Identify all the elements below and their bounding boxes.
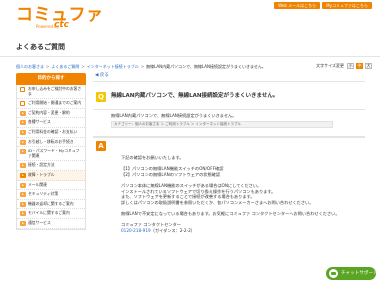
sidebar-item-label: 各種サービス (28, 119, 51, 125)
sidebar-item[interactable]: ▸ 通信サービス (17, 219, 85, 229)
webmail-link[interactable]: Web メールはこちら (274, 2, 321, 9)
arrow-bullet-icon: ▸ (20, 220, 26, 226)
arrow-bullet-icon: ▸ (20, 149, 26, 155)
arrow-bullet-icon: ▸ (20, 120, 26, 126)
sidebar-item[interactable]: ▸ モバイルに関するご案内 (17, 209, 85, 219)
sidebar-item-label: ご利用開始・開通までのご案内 (28, 100, 82, 106)
sidebar-item[interactable]: ▸ ID・パスワード・Myコミュファ関連 (17, 147, 85, 162)
answer-followup: 無線LANで不安定になっている場合もあります。お気軽にコミュファ コンタクトセン… (121, 210, 340, 216)
question-text: 無線LAN内蔵パソコンで、無線LAN接続設定がうまくいきません。 (111, 113, 237, 118)
sidebar-item[interactable]: ▸ セキュリティ対策 (17, 190, 85, 200)
arrow-bullet-icon: ▸ (20, 129, 26, 135)
answer-checks: 【1】パソコンの無線LAN機能スイッチのON/OFF確認 【2】パソコンの無線L… (121, 166, 361, 177)
site-header: コミュファ Powered by ctc Web メールはこちら Myコミュファ… (0, 0, 380, 33)
sidebar-item[interactable]: ▸ メール関連 (17, 181, 85, 191)
question-badge-icon: Q (96, 92, 106, 102)
sidebar-title: 目的から探す (16, 73, 86, 85)
sidebar-item[interactable]: ▸ 機器の返却に関するご案内 (17, 200, 85, 210)
my-commufa-link[interactable]: Myコミュファはこちら (322, 2, 372, 9)
sidebar-item[interactable]: ▸ 接続・設定方法 (17, 161, 85, 171)
arrow-bullet-icon: ▸ (20, 201, 26, 207)
arrow-bullet-icon: ▸ (20, 211, 26, 217)
breadcrumb-separator: > (140, 64, 145, 69)
sidebar-item[interactable]: ▸ 故障・トラブル (17, 170, 85, 181)
sidebar-item[interactable]: お申し込みをご検討中のお客さま (17, 85, 85, 100)
heading-divider (0, 56, 380, 57)
chat-support-label: チャットサポート (341, 271, 378, 276)
answer-text: 下記の確認をお願いいたします。 【1】パソコンの無線LAN機能スイッチのON/O… (121, 155, 361, 233)
sidebar-item[interactable]: ▸ ご契約内容・変更・解約 (17, 109, 85, 119)
square-bullet-icon (20, 87, 25, 92)
sidebar-item[interactable]: ▸ お引越し・移転のお手続き (17, 138, 85, 148)
check-item: 【2】パソコンの無線LANのソフトウェアの状態確認 (121, 171, 221, 177)
question-header: Q 無線LAN内蔵パソコンで、無線LAN接続設定がうまくいきません。 (93, 81, 365, 109)
breadcrumb-item[interactable]: よくあるご質問 (51, 64, 79, 69)
sidebar-item-label: セキュリティ対策 (28, 191, 59, 197)
text-size-controls: 文字サイズ変更 小 中 大 (316, 63, 372, 69)
text-size-medium-button[interactable]: 中 (356, 63, 363, 69)
contact-phone-row: 0120-218-919（ガイダンス：2-2-2） (121, 228, 361, 234)
sidebar-item-label: 接続・設定方法 (28, 162, 55, 168)
sidebar-item-label: 通信サービス (28, 219, 51, 225)
chat-bubble-icon (329, 269, 338, 278)
breadcrumb-current: 無線LAN内蔵パソコンで、無線LAN接続設定がうまくいきません。 (146, 64, 266, 69)
arrow-bullet-icon: ▸ (20, 172, 26, 178)
sidebar-item-label: ご契約内容・変更・解約 (28, 109, 70, 115)
answer-section: A 下記の確認をお願いいたします。 【1】パソコンの無線LAN機能スイッチのON… (93, 137, 365, 285)
sidebar-menu: お申し込みをご検討中のお客さま ご利用開始・開通までのご案内 ▸ ご契約内容・変更・解… (16, 85, 86, 230)
contact-phone-link[interactable]: 0120-218-919 (121, 228, 151, 233)
sidebar-item-label: 故障・トラブル (28, 171, 55, 177)
breadcrumb: 個人のお客さま > よくあるご質問 > インターネット接続トラブル > 無線LAN内蔵パソコ… (16, 64, 266, 69)
arrow-bullet-icon: ▸ (20, 182, 26, 188)
sidebar-item-label: 機器の返却に関するご案内 (28, 200, 74, 206)
question-title: 無線LAN内蔵パソコンで、無線LAN接続設定がうまくいきません。 (111, 93, 279, 99)
sidebar-item[interactable]: ▸ ご利用料金の確認・お支払い (17, 128, 85, 138)
sidebar-item-label: ご利用料金の確認・お支払い (28, 128, 78, 134)
breadcrumb-item[interactable]: 個人のお客さま (16, 64, 44, 69)
answer-intro: 下記の確認をお願いいたします。 (121, 155, 184, 160)
breadcrumb-item[interactable]: インターネット接続トラブル (87, 64, 139, 69)
sidebar-item-label: モバイルに関するご案内 (28, 210, 70, 216)
question-body: 無線LAN内蔵パソコンで、無線LAN接続設定がうまくいきません。 カテゴリー：個… (93, 109, 365, 137)
answer-badge-icon: A (96, 141, 106, 151)
chat-support-button[interactable]: チャットサポート (326, 267, 378, 280)
ctc-logo: ctc (54, 20, 69, 30)
sidebar-item-label: メール関連 (28, 181, 47, 187)
text-size-large-button[interactable]: 大 (365, 63, 372, 69)
detail-line: 詳しくはパソコンの取扱説明書を参照いただくか、各パソコンメーカーさまへお問い合わ… (121, 199, 314, 205)
back-link[interactable]: ◀ 戻る (93, 73, 365, 81)
top-links: Web メールはこちら Myコミュファはこちら (274, 2, 372, 9)
text-size-label: 文字サイズ変更 (316, 63, 344, 68)
text-size-small-button[interactable]: 小 (347, 63, 354, 69)
sidebar-item-label: お引越し・移転のお手続き (28, 138, 74, 144)
sidebar: 目的から探す お申し込みをご検討中のお客さま ご利用開始・開通までのご案内 ▸ ご契約… (16, 73, 86, 230)
arrow-bullet-icon: ▸ (20, 192, 26, 198)
sidebar-item[interactable]: ▸ 各種サービス (17, 118, 85, 128)
answer-details: パソコン本体に無線LAN機能のスイッチがある場合はONにしてください。 インスト… (121, 183, 361, 205)
breadcrumb-separator: > (81, 64, 85, 69)
contact-hours: （ガイダンス：2-2-2） (150, 227, 195, 233)
arrow-bullet-icon: ▸ (20, 139, 26, 145)
sidebar-item[interactable]: ご利用開始・開通までのご案内 (17, 99, 85, 109)
back-link-label: 戻る (99, 73, 109, 78)
square-bullet-icon (20, 101, 25, 107)
main-content: ◀ 戻る Q 無線LAN内蔵パソコンで、無線LAN接続設定がうまくいきません。 … (93, 73, 365, 285)
sidebar-item-label: お申し込みをご検討中のお客さま (28, 86, 82, 96)
sidebar-item-label: ID・パスワード・Myコミュファ関連 (28, 148, 80, 158)
arrow-bullet-icon: ▸ (20, 110, 26, 116)
arrow-bullet-icon: ▸ (20, 163, 26, 169)
category-path: カテゴリー：個人のお客さま ＞ ご利用トラブル ＞ インターネット接続トラブル (111, 121, 333, 128)
page-title: よくあるご質問 (16, 43, 65, 51)
